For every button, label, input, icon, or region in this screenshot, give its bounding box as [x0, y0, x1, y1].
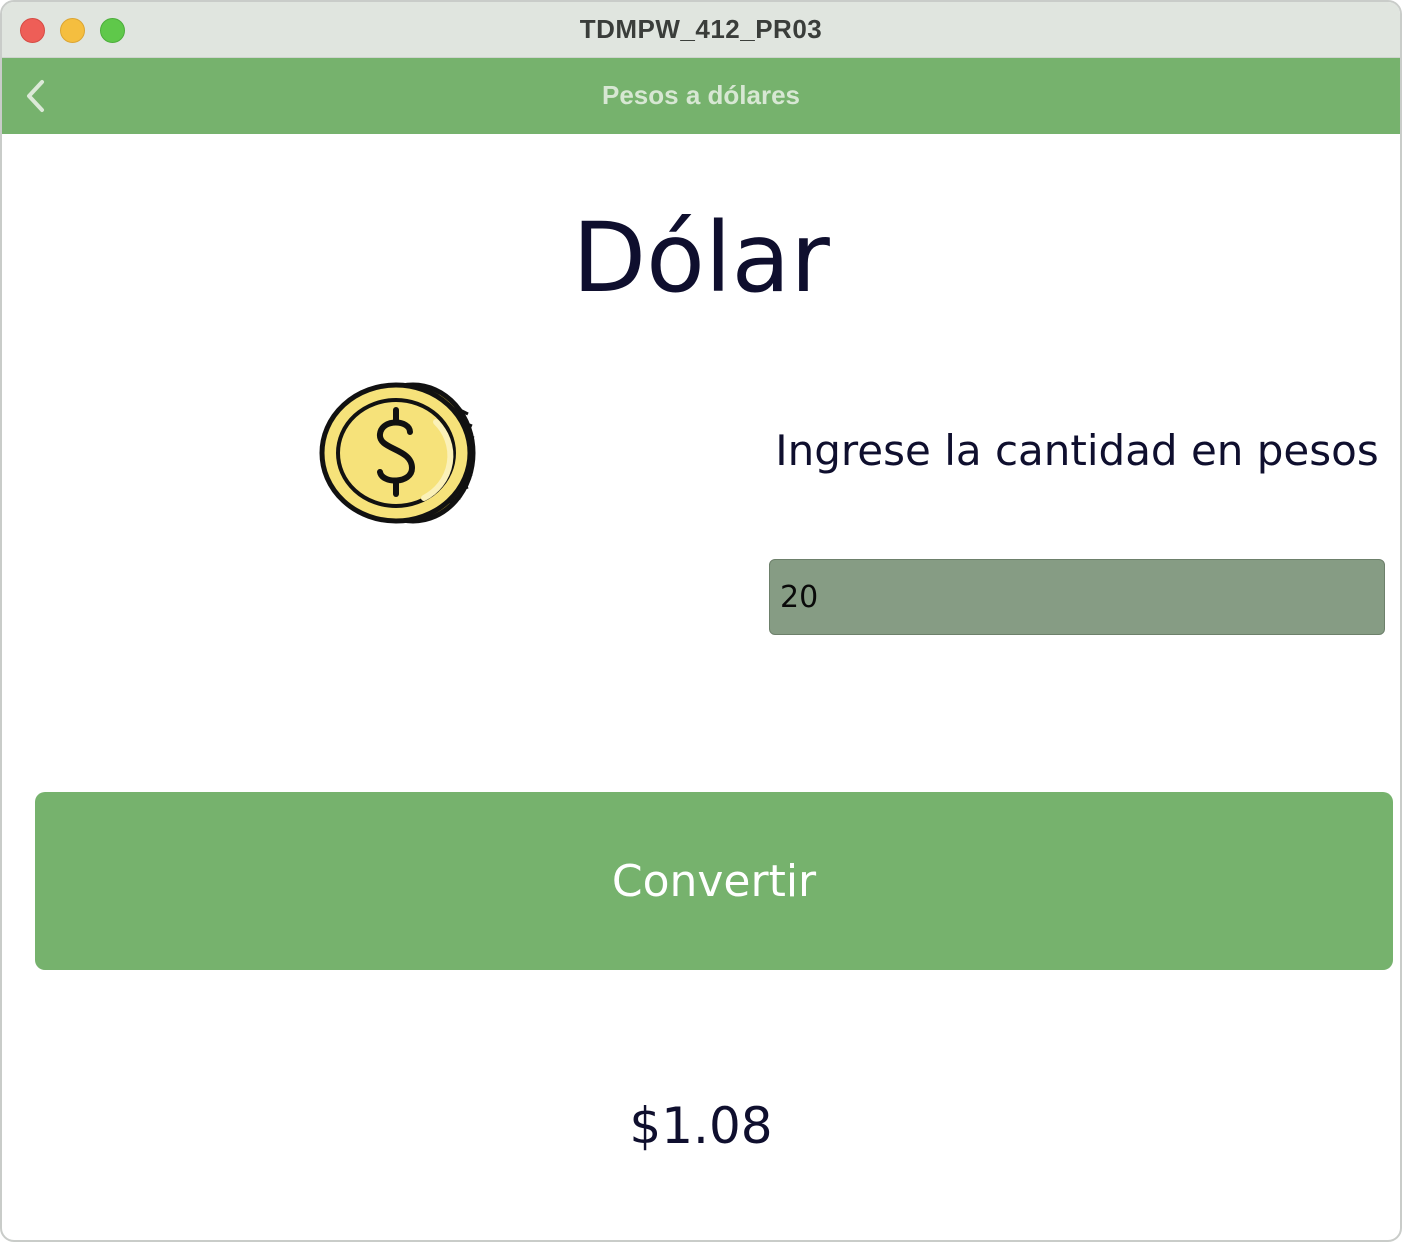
title-bar: TDMPW_412_PR03: [2, 2, 1400, 58]
window-title: TDMPW_412_PR03: [579, 14, 823, 44]
app-window: TDMPW_412_PR03 Pesos a dólares Dólar Ing…: [0, 0, 1402, 1242]
nav-title: Pesos a dólares: [602, 80, 800, 110]
conversion-result: $1.08: [629, 1097, 773, 1155]
amount-input[interactable]: [769, 559, 1385, 635]
page-title: Dólar: [572, 202, 830, 314]
navigation-bar: Pesos a dólares: [2, 58, 1400, 134]
convert-button[interactable]: Convertir: [35, 792, 1393, 970]
dollar-coin-icon: [319, 382, 476, 524]
amount-prompt-label: Ingrese la cantidad en pesos: [775, 426, 1379, 475]
